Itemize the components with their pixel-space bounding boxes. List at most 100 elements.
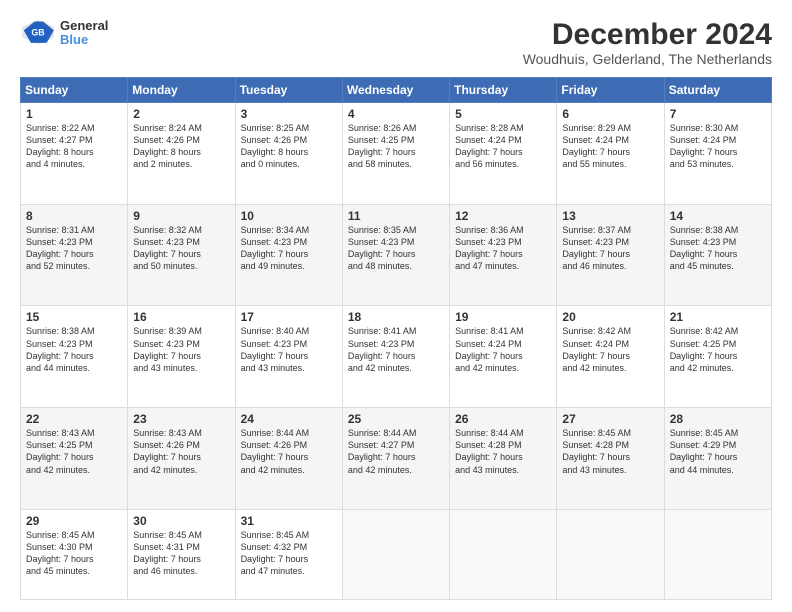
table-row: 14Sunrise: 8:38 AM Sunset: 4:23 PM Dayli… xyxy=(664,204,771,306)
day-number: 2 xyxy=(133,107,229,121)
table-row: 23Sunrise: 8:43 AM Sunset: 4:26 PM Dayli… xyxy=(128,408,235,510)
table-row: 6Sunrise: 8:29 AM Sunset: 4:24 PM Daylig… xyxy=(557,103,664,205)
table-row xyxy=(450,509,557,599)
col-thursday: Thursday xyxy=(450,78,557,103)
table-row: 8Sunrise: 8:31 AM Sunset: 4:23 PM Daylig… xyxy=(21,204,128,306)
day-info: Sunrise: 8:45 AM Sunset: 4:32 PM Dayligh… xyxy=(241,529,337,578)
table-row: 19Sunrise: 8:41 AM Sunset: 4:24 PM Dayli… xyxy=(450,306,557,408)
day-info: Sunrise: 8:30 AM Sunset: 4:24 PM Dayligh… xyxy=(670,122,766,171)
calendar-header-row: Sunday Monday Tuesday Wednesday Thursday… xyxy=(21,78,772,103)
table-row: 25Sunrise: 8:44 AM Sunset: 4:27 PM Dayli… xyxy=(342,408,449,510)
day-number: 30 xyxy=(133,514,229,528)
table-row: 12Sunrise: 8:36 AM Sunset: 4:23 PM Dayli… xyxy=(450,204,557,306)
day-info: Sunrise: 8:43 AM Sunset: 4:26 PM Dayligh… xyxy=(133,427,229,476)
table-row: 30Sunrise: 8:45 AM Sunset: 4:31 PM Dayli… xyxy=(128,509,235,599)
day-info: Sunrise: 8:34 AM Sunset: 4:23 PM Dayligh… xyxy=(241,224,337,273)
day-number: 20 xyxy=(562,310,658,324)
day-info: Sunrise: 8:31 AM Sunset: 4:23 PM Dayligh… xyxy=(26,224,122,273)
header: GB General Blue December 2024 Woudhuis, … xyxy=(20,18,772,67)
table-row: 24Sunrise: 8:44 AM Sunset: 4:26 PM Dayli… xyxy=(235,408,342,510)
day-info: Sunrise: 8:45 AM Sunset: 4:28 PM Dayligh… xyxy=(562,427,658,476)
table-row: 17Sunrise: 8:40 AM Sunset: 4:23 PM Dayli… xyxy=(235,306,342,408)
title-area: December 2024 Woudhuis, Gelderland, The … xyxy=(523,18,772,67)
day-number: 24 xyxy=(241,412,337,426)
day-number: 7 xyxy=(670,107,766,121)
day-number: 12 xyxy=(455,209,551,223)
day-info: Sunrise: 8:38 AM Sunset: 4:23 PM Dayligh… xyxy=(26,325,122,374)
col-sunday: Sunday xyxy=(21,78,128,103)
table-row: 28Sunrise: 8:45 AM Sunset: 4:29 PM Dayli… xyxy=(664,408,771,510)
day-number: 6 xyxy=(562,107,658,121)
day-info: Sunrise: 8:26 AM Sunset: 4:25 PM Dayligh… xyxy=(348,122,444,171)
table-row xyxy=(664,509,771,599)
logo: GB General Blue xyxy=(20,18,108,48)
page: GB General Blue December 2024 Woudhuis, … xyxy=(0,0,792,612)
day-info: Sunrise: 8:29 AM Sunset: 4:24 PM Dayligh… xyxy=(562,122,658,171)
day-info: Sunrise: 8:45 AM Sunset: 4:31 PM Dayligh… xyxy=(133,529,229,578)
table-row: 16Sunrise: 8:39 AM Sunset: 4:23 PM Dayli… xyxy=(128,306,235,408)
day-number: 4 xyxy=(348,107,444,121)
day-number: 31 xyxy=(241,514,337,528)
table-row: 11Sunrise: 8:35 AM Sunset: 4:23 PM Dayli… xyxy=(342,204,449,306)
table-row: 18Sunrise: 8:41 AM Sunset: 4:23 PM Dayli… xyxy=(342,306,449,408)
day-number: 18 xyxy=(348,310,444,324)
day-number: 21 xyxy=(670,310,766,324)
day-number: 14 xyxy=(670,209,766,223)
table-row: 7Sunrise: 8:30 AM Sunset: 4:24 PM Daylig… xyxy=(664,103,771,205)
table-row: 29Sunrise: 8:45 AM Sunset: 4:30 PM Dayli… xyxy=(21,509,128,599)
day-info: Sunrise: 8:45 AM Sunset: 4:30 PM Dayligh… xyxy=(26,529,122,578)
logo-text: General xyxy=(60,19,108,33)
day-info: Sunrise: 8:41 AM Sunset: 4:23 PM Dayligh… xyxy=(348,325,444,374)
table-row: 22Sunrise: 8:43 AM Sunset: 4:25 PM Dayli… xyxy=(21,408,128,510)
logo-icon: GB xyxy=(20,18,56,48)
day-info: Sunrise: 8:32 AM Sunset: 4:23 PM Dayligh… xyxy=(133,224,229,273)
day-info: Sunrise: 8:44 AM Sunset: 4:28 PM Dayligh… xyxy=(455,427,551,476)
day-info: Sunrise: 8:45 AM Sunset: 4:29 PM Dayligh… xyxy=(670,427,766,476)
day-info: Sunrise: 8:28 AM Sunset: 4:24 PM Dayligh… xyxy=(455,122,551,171)
table-row: 10Sunrise: 8:34 AM Sunset: 4:23 PM Dayli… xyxy=(235,204,342,306)
table-row: 21Sunrise: 8:42 AM Sunset: 4:25 PM Dayli… xyxy=(664,306,771,408)
table-row: 15Sunrise: 8:38 AM Sunset: 4:23 PM Dayli… xyxy=(21,306,128,408)
col-tuesday: Tuesday xyxy=(235,78,342,103)
day-number: 19 xyxy=(455,310,551,324)
day-number: 26 xyxy=(455,412,551,426)
col-friday: Friday xyxy=(557,78,664,103)
day-info: Sunrise: 8:43 AM Sunset: 4:25 PM Dayligh… xyxy=(26,427,122,476)
table-row: 26Sunrise: 8:44 AM Sunset: 4:28 PM Dayli… xyxy=(450,408,557,510)
day-number: 1 xyxy=(26,107,122,121)
calendar-table: Sunday Monday Tuesday Wednesday Thursday… xyxy=(20,77,772,600)
table-row: 13Sunrise: 8:37 AM Sunset: 4:23 PM Dayli… xyxy=(557,204,664,306)
col-wednesday: Wednesday xyxy=(342,78,449,103)
day-info: Sunrise: 8:44 AM Sunset: 4:27 PM Dayligh… xyxy=(348,427,444,476)
day-info: Sunrise: 8:22 AM Sunset: 4:27 PM Dayligh… xyxy=(26,122,122,171)
day-number: 8 xyxy=(26,209,122,223)
table-row: 20Sunrise: 8:42 AM Sunset: 4:24 PM Dayli… xyxy=(557,306,664,408)
day-number: 29 xyxy=(26,514,122,528)
day-number: 27 xyxy=(562,412,658,426)
day-number: 28 xyxy=(670,412,766,426)
svg-text:GB: GB xyxy=(31,28,44,38)
day-info: Sunrise: 8:24 AM Sunset: 4:26 PM Dayligh… xyxy=(133,122,229,171)
day-number: 11 xyxy=(348,209,444,223)
col-saturday: Saturday xyxy=(664,78,771,103)
table-row: 4Sunrise: 8:26 AM Sunset: 4:25 PM Daylig… xyxy=(342,103,449,205)
day-info: Sunrise: 8:36 AM Sunset: 4:23 PM Dayligh… xyxy=(455,224,551,273)
day-number: 22 xyxy=(26,412,122,426)
day-info: Sunrise: 8:40 AM Sunset: 4:23 PM Dayligh… xyxy=(241,325,337,374)
day-number: 13 xyxy=(562,209,658,223)
main-title: December 2024 xyxy=(523,18,772,51)
day-number: 25 xyxy=(348,412,444,426)
table-row xyxy=(342,509,449,599)
day-number: 3 xyxy=(241,107,337,121)
logo-text2: Blue xyxy=(60,33,108,47)
day-number: 9 xyxy=(133,209,229,223)
table-row: 1Sunrise: 8:22 AM Sunset: 4:27 PM Daylig… xyxy=(21,103,128,205)
table-row: 9Sunrise: 8:32 AM Sunset: 4:23 PM Daylig… xyxy=(128,204,235,306)
day-number: 23 xyxy=(133,412,229,426)
day-info: Sunrise: 8:41 AM Sunset: 4:24 PM Dayligh… xyxy=(455,325,551,374)
col-monday: Monday xyxy=(128,78,235,103)
day-info: Sunrise: 8:44 AM Sunset: 4:26 PM Dayligh… xyxy=(241,427,337,476)
day-number: 17 xyxy=(241,310,337,324)
day-info: Sunrise: 8:42 AM Sunset: 4:25 PM Dayligh… xyxy=(670,325,766,374)
day-info: Sunrise: 8:38 AM Sunset: 4:23 PM Dayligh… xyxy=(670,224,766,273)
